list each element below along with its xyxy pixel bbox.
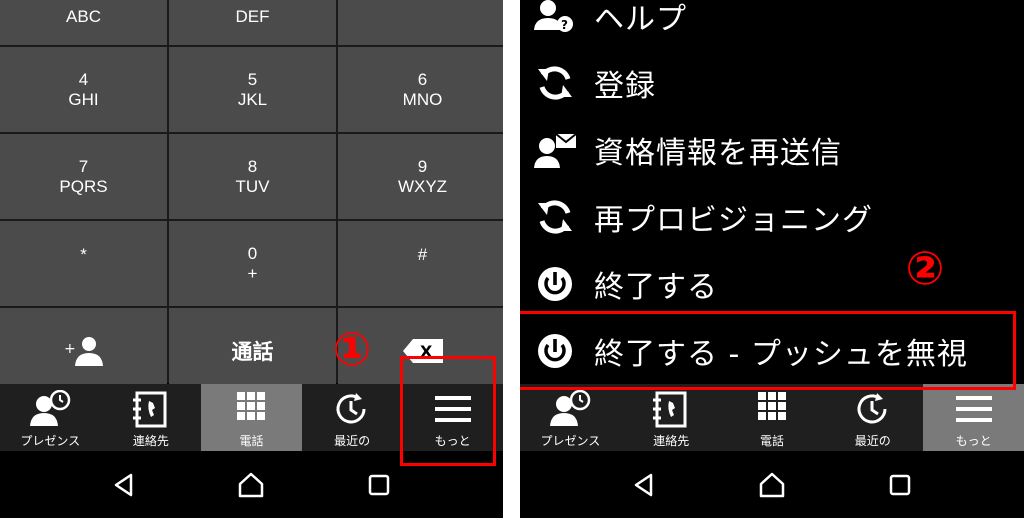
nav-presence-label: プレゼンス xyxy=(20,434,81,448)
refresh-icon xyxy=(532,197,578,237)
call-label: 通話 xyxy=(231,339,274,364)
key-digit: 5 xyxy=(247,69,258,89)
nav-phone-label: 電話 xyxy=(759,434,784,448)
menu-label: ヘルプ xyxy=(594,1,687,37)
nav-phone-label: 電話 xyxy=(239,434,264,448)
menu-item-reprovision[interactable]: 再プロビジョニング xyxy=(520,183,1024,250)
contacts-book-icon xyxy=(129,390,173,428)
menu-label: 登録 xyxy=(594,68,656,104)
key-9[interactable]: 9 WXYZ xyxy=(338,134,503,219)
key-digit: 8 xyxy=(247,156,258,176)
android-nav-bar xyxy=(520,451,1024,518)
svg-text:?: ? xyxy=(561,18,568,32)
help-user-icon: ? xyxy=(532,0,578,36)
menu-item-resend-credentials[interactable]: 資格情報を再送信 xyxy=(520,116,1024,183)
back-icon[interactable] xyxy=(624,465,664,505)
key-letters: JKL xyxy=(237,89,268,109)
keypad: ABC DEF 4 GHI 5 JKL 6 MNO 7 PQRS 8 TUV 9 WXYZ … xyxy=(0,0,503,393)
nav-more-label: もっと xyxy=(955,434,992,448)
key-blank[interactable] xyxy=(338,0,503,45)
key-8[interactable]: 8 TUV xyxy=(169,134,336,219)
key-digit: 4 xyxy=(78,69,89,89)
menu-label: 終了する xyxy=(594,269,718,305)
back-icon[interactable] xyxy=(104,465,144,505)
annotation-badge-1: ① xyxy=(329,322,375,376)
home-icon[interactable] xyxy=(752,465,792,505)
bottom-nav: プレゼンス 連絡先 電話 最近の もっと xyxy=(520,384,1024,451)
key-0[interactable]: 0 + xyxy=(169,221,336,306)
key-letters: PQRS xyxy=(59,176,108,196)
add-contact-button[interactable]: + xyxy=(0,308,167,393)
call-button[interactable]: 通話 xyxy=(169,308,336,393)
dialpad-icon xyxy=(229,390,273,428)
recents-icon[interactable] xyxy=(880,465,920,505)
nav-recent[interactable]: 最近の xyxy=(302,384,403,451)
menu-label: 再プロビジョニング xyxy=(594,202,873,238)
key-letters: WXYZ xyxy=(397,176,448,196)
annotation-box-more xyxy=(400,356,496,466)
key-2[interactable]: ABC xyxy=(0,0,167,45)
nav-recent[interactable]: 最近の xyxy=(822,384,923,451)
user-mail-icon xyxy=(532,130,578,170)
nav-presence-label: プレゼンス xyxy=(540,434,601,448)
nav-contacts[interactable]: 連絡先 xyxy=(101,384,202,451)
key-digit: 6 xyxy=(417,69,428,89)
nav-contacts-label: 連絡先 xyxy=(132,434,169,448)
nav-recent-label: 最近の xyxy=(854,434,891,448)
dialer-screen: ABC DEF 4 GHI 5 JKL 6 MNO 7 PQRS 8 TUV 9 WXYZ … xyxy=(0,0,503,518)
contacts-book-icon xyxy=(649,390,693,428)
menu-item-register[interactable]: 登録 xyxy=(520,49,1024,116)
nav-presence[interactable]: プレゼンス xyxy=(0,384,101,451)
power-icon xyxy=(532,264,578,304)
key-4[interactable]: 4 GHI xyxy=(0,47,167,132)
recent-clock-icon xyxy=(330,390,374,428)
menu-label: 資格情報を再送信 xyxy=(594,135,842,171)
key-hash[interactable]: # xyxy=(338,221,503,306)
home-icon[interactable] xyxy=(231,465,271,505)
nav-contacts[interactable]: 連絡先 xyxy=(621,384,722,451)
refresh-icon xyxy=(532,63,578,103)
key-7[interactable]: 7 PQRS xyxy=(0,134,167,219)
annotation-badge-2: ② xyxy=(902,241,948,295)
key-letters: TUV xyxy=(235,176,270,196)
key-letters: DEF xyxy=(235,6,270,26)
key-3[interactable]: DEF xyxy=(169,0,336,45)
annotation-number: ① xyxy=(332,322,372,376)
key-star[interactable]: * xyxy=(0,221,167,306)
key-digit: 0 xyxy=(247,243,258,263)
key-digit: 7 xyxy=(78,156,89,176)
recents-icon[interactable] xyxy=(359,465,399,505)
more-menu-screen: ? ヘルプ 登録 資格情報を再送信 再プロビジョニング 終了する 終了する - … xyxy=(520,0,1024,518)
menu-item-help[interactable]: ? ヘルプ xyxy=(520,0,1024,49)
nav-more[interactable]: もっと xyxy=(923,384,1024,451)
dialpad-icon xyxy=(750,390,794,428)
key-6[interactable]: 6 MNO xyxy=(338,47,503,132)
key-digit: # xyxy=(417,244,428,264)
recent-clock-icon xyxy=(851,390,895,428)
nav-phone[interactable]: 電話 xyxy=(201,384,302,451)
annotation-number: ② xyxy=(905,241,945,295)
key-letters: GHI xyxy=(68,89,99,109)
add-contact-icon: + xyxy=(64,336,103,366)
nav-recent-label: 最近の xyxy=(334,434,371,448)
presence-icon xyxy=(548,390,592,428)
nav-presence[interactable]: プレゼンス xyxy=(520,384,621,451)
svg-text:+: + xyxy=(64,341,76,357)
key-digit: 9 xyxy=(417,156,428,176)
key-letters: ABC xyxy=(66,6,101,26)
key-digit: * xyxy=(80,244,87,264)
key-5[interactable]: 5 JKL xyxy=(169,47,336,132)
nav-phone[interactable]: 電話 xyxy=(722,384,823,451)
nav-contacts-label: 連絡先 xyxy=(653,434,690,448)
presence-icon xyxy=(28,390,72,428)
annotation-box-exit-ignore-push xyxy=(520,311,1016,390)
menu-item-exit[interactable]: 終了する xyxy=(520,250,1024,317)
key-letters: + xyxy=(247,263,258,283)
key-letters: MNO xyxy=(402,89,443,109)
hamburger-menu-icon xyxy=(952,390,996,428)
